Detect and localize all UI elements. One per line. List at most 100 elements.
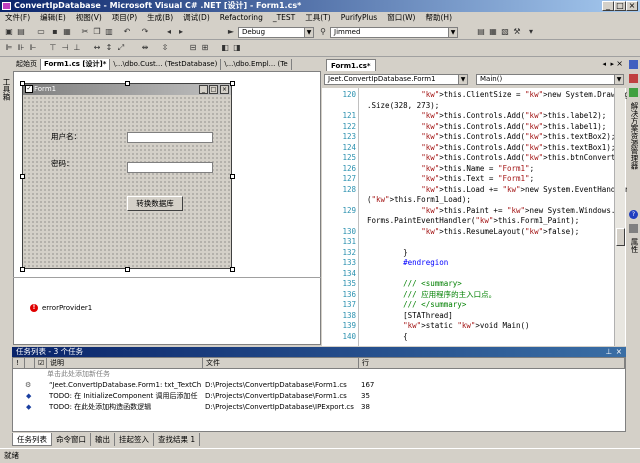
table-row[interactable]: ⚙ “Jeet.ConvertIpDatabase.Form1: txt_Tex… [13,380,625,391]
same-width-icon[interactable]: ↔ [92,43,102,53]
center-v-icon[interactable]: ⊞ [200,43,210,53]
textbox-username[interactable] [127,132,213,143]
minimize-button[interactable]: _ [602,1,614,11]
tools-dropdown-icon[interactable]: ▾ [526,27,536,37]
pin-icon[interactable]: ⊥ [605,347,612,357]
add-task-placeholder[interactable]: 单击此处添加新任务 [47,369,207,380]
v-spacing-icon[interactable]: ⇳ [160,43,170,53]
code-line[interactable]: #endregion [367,258,448,268]
find-combo[interactable]: Jimmed ▼ [330,27,458,38]
code-line[interactable]: /// </summary> [367,300,466,310]
code-line[interactable]: "kw">this.Controls.Add("kw">this.textBox… [367,143,615,153]
solution-explorer-tab-icon[interactable] [629,60,638,69]
table-row[interactable]: ◆ TODO: 在 InitializeComponent 调用后添加任 D:\… [13,391,625,402]
class-view-tab-icon[interactable] [629,74,638,83]
table-row[interactable]: ◆ TODO: 在此处添加构造函数逻辑 D:\Projects\ConvertI… [13,402,625,413]
tab-scroll-left-icon[interactable]: ◂ [602,60,606,68]
undo-icon[interactable]: ↶ [122,27,132,37]
tab-form1-code[interactable]: Form1.cs* [326,59,376,71]
menu-test[interactable]: _TEST [268,12,300,24]
label-password[interactable]: 密码： [51,159,74,169]
tab-command-window[interactable]: 命令窗口 [52,433,91,446]
properties-label[interactable]: 属性 [629,238,639,253]
code-line[interactable]: "kw">this.Load += "kw">new System.EventH… [367,185,629,195]
resize-handle-se[interactable] [230,267,235,272]
resource-view-tab-icon[interactable] [629,88,638,97]
save-icon[interactable]: ▪ [50,27,60,37]
code-line[interactable]: "kw">this.Controls.Add("kw">this.label1)… [367,122,606,132]
resize-handle-w[interactable] [20,174,25,179]
menu-refactoring[interactable]: Refactoring [215,12,268,24]
solution-explorer-icon[interactable]: ▤ [476,27,486,37]
solution-explorer-label[interactable]: 解决方案资源管理器 [629,102,639,170]
properties-tab-icon[interactable] [629,224,638,233]
task-close-icon[interactable]: × [616,347,622,357]
menu-project[interactable]: 项目(P) [107,12,142,24]
tab-output[interactable]: 输出 [91,433,115,446]
tab-dbo-cust[interactable]: \...\dbo.Cust... (TestDatabase) [110,59,222,70]
code-line[interactable]: [STAThread] [367,311,453,321]
col-header-check[interactable]: ☑ [35,358,47,369]
code-line[interactable]: "kw">this.Controls.Add("kw">this.textBox… [367,132,615,142]
bring-front-icon[interactable]: ◧ [220,43,230,53]
code-line[interactable]: "kw">this.Paint += "kw">new System.Windo… [367,206,615,216]
save-all-icon[interactable]: ▦ [62,27,72,37]
class-combo[interactable]: Jeet.ConvertIpDatabase.Form1 ▼ [324,74,468,85]
align-left-icon[interactable]: ⊫ [4,43,14,53]
send-back-icon[interactable]: ◨ [232,43,242,53]
menu-build[interactable]: 生成(B) [142,12,178,24]
align-middle-icon[interactable]: ⊣ [60,43,70,53]
menu-window[interactable]: 窗口(W) [382,12,420,24]
toolbox-sidebar[interactable]: 工具箱 [0,58,12,346]
paste-icon[interactable]: ▥ [104,27,114,37]
nav-back-icon[interactable]: ◂ [164,27,174,37]
code-vertical-scrollbar[interactable] [614,88,625,346]
align-right-icon[interactable]: ⊩ [28,43,38,53]
start-debug-icon[interactable]: ► [226,27,236,37]
tab-find-results[interactable]: 查找结果 1 [154,433,201,446]
open-icon[interactable]: ▭ [36,27,46,37]
align-center-icon[interactable]: ⊪ [16,43,26,53]
code-line[interactable]: "kw">this.Controls.Add("kw">this.btnConv… [367,153,624,163]
code-line[interactable]: "kw">this.ResumeLayout("kw">false); [367,227,579,237]
col-header-file[interactable]: 文件 [203,358,359,369]
textbox-password[interactable] [127,162,213,173]
resize-handle-s[interactable] [125,267,130,272]
menu-debug[interactable]: 调试(D) [178,12,215,24]
code-line[interactable]: ("kw">this.Form1_Load); [367,195,471,205]
tab-start-page[interactable]: 起始页 [13,59,41,70]
menu-edit[interactable]: 编辑(E) [35,12,71,24]
close-button[interactable]: × [626,1,638,11]
tab-task-list[interactable]: 任务列表 [12,433,52,446]
col-header-line[interactable]: 行 [359,358,625,369]
copy-icon[interactable]: ❐ [92,27,102,37]
add-task-row[interactable]: 单击此处添加新任务 [13,369,625,380]
solution-config-combo[interactable]: Debug ▼ [238,27,314,38]
find-icon[interactable]: ⚲ [318,27,328,37]
align-top-icon[interactable]: ⊤ [48,43,58,53]
col-header-description[interactable]: 说明 [47,358,203,369]
close-tab-icon[interactable]: × [616,59,623,68]
toolbox-icon[interactable]: ▧ [500,27,510,37]
menu-file[interactable]: 文件(F) [0,12,35,24]
code-line[interactable]: "kw">static "kw">void Main() [367,321,529,331]
new-project-icon[interactable]: ▣ [4,27,14,37]
center-h-icon[interactable]: ⊟ [188,43,198,53]
resize-handle-n[interactable] [125,81,130,86]
code-line[interactable]: "kw">this.Text = "Form1"; [367,174,534,184]
code-line[interactable]: Forms.PaintEventHandler("kw">this.Form1_… [367,216,579,226]
resize-handle-sw[interactable] [20,267,25,272]
tab-scroll-right-icon[interactable]: ▸ [610,60,614,68]
resize-handle-e[interactable] [230,174,235,179]
same-height-icon[interactable]: ↕ [104,43,114,53]
tab-form1-design[interactable]: Form1.cs [设计]* [41,59,111,70]
code-line[interactable]: "kw">this.Controls.Add("kw">this.label2)… [367,111,606,121]
code-line[interactable]: "kw">this.Name = "Form1"; [367,164,534,174]
col-header-icon[interactable]: ! [13,358,25,369]
help-icon[interactable]: ? [629,210,638,219]
form1-designer[interactable]: Form1 ✓ _ □ × 用户名： 密码： 转换数据库 [22,83,232,269]
menu-purifyplus[interactable]: PurifyPlus [336,12,383,24]
code-line[interactable]: .Size(328, 273); [367,101,439,111]
redo-icon[interactable]: ↷ [140,27,150,37]
col-header-category[interactable] [25,358,35,369]
